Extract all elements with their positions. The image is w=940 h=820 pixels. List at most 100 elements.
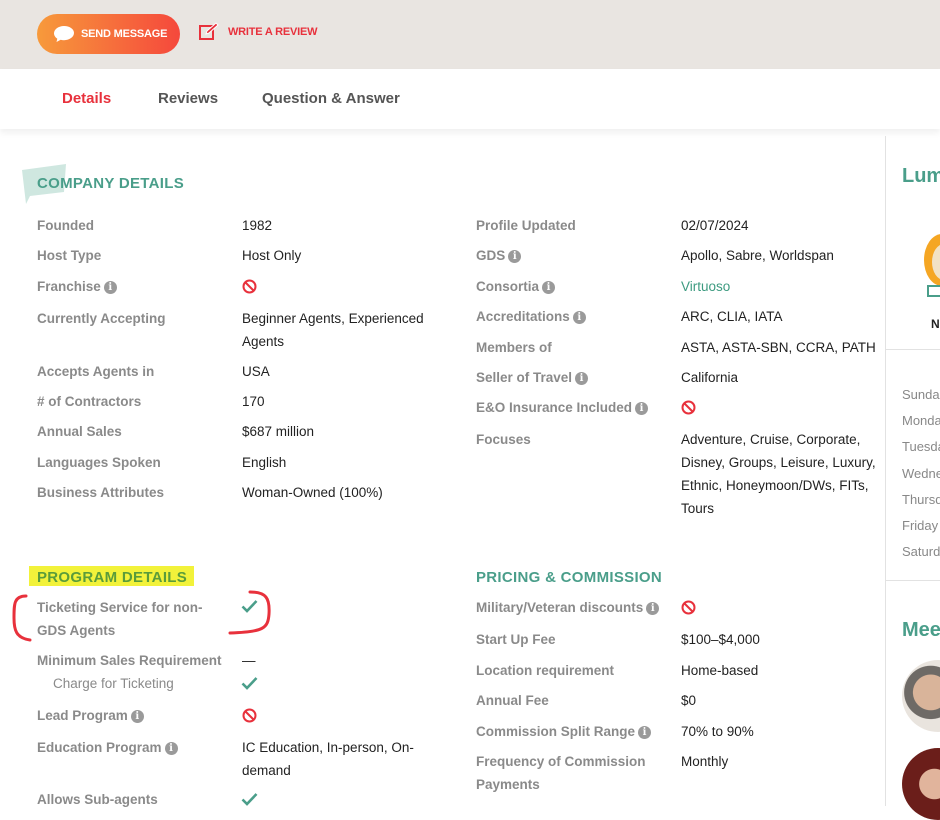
languages-value: English (242, 455, 287, 470)
seller-of-travel-value: California (681, 370, 739, 385)
checkmark-icon (241, 677, 258, 690)
info-icon[interactable]: i (103, 280, 117, 294)
gds-label: GDS (476, 248, 506, 263)
consortia-label: Consortia (476, 279, 540, 294)
commission-split-label: Commission Split Range (476, 724, 636, 739)
sidebar-badge-text: N (931, 317, 940, 331)
write-review-label: WRITE A REVIEW (228, 26, 318, 38)
sidebar-divider (885, 136, 886, 806)
min-sales-label: Minimum Sales Requirement (37, 653, 222, 668)
annotation-brackets (12, 590, 271, 642)
hours-day: Friday (902, 518, 939, 533)
prohibited-icon (681, 600, 696, 615)
commission-split-row: Commission Split Range i (476, 720, 652, 743)
action-bar: SEND MESSAGE WRITE A REVIEW (0, 0, 940, 69)
tab-details[interactable]: Details (62, 90, 111, 107)
education-program-label: Education Program (37, 740, 162, 755)
badge-icon (924, 234, 940, 297)
min-sales-value: — (242, 653, 256, 668)
write-review-link[interactable]: WRITE A REVIEW (198, 22, 317, 42)
pricing-title: PRICING & COMMISSION (476, 569, 663, 586)
send-message-button[interactable]: SEND MESSAGE (37, 14, 180, 54)
contractors-label: # of Contractors (37, 394, 142, 409)
info-icon[interactable]: i (635, 401, 649, 415)
gds-value: Apollo, Sabre, Worldspan (681, 248, 834, 263)
lead-program-label: Lead Program (37, 708, 128, 723)
education-program-value: IC Education, In-person, On-demand (242, 740, 414, 778)
annual-sales-value: $687 million (242, 424, 315, 439)
tab-reviews[interactable]: Reviews (158, 90, 218, 107)
eo-insurance-row: E&O Insurance Included i (476, 396, 649, 419)
prohibited-icon (242, 708, 257, 723)
host-type-value: Host Only (242, 248, 302, 263)
accreditations-value: ARC, CLIA, IATA (681, 309, 783, 324)
annual-fee-label: Annual Fee (476, 693, 549, 708)
hours-day: Monda (902, 413, 940, 428)
focuses-value: Adventure, Cruise, Corporate, Disney, Gr… (681, 432, 876, 516)
members-of-value: ASTA, ASTA-SBN, CCRA, PATH (681, 340, 876, 355)
send-message-label: SEND MESSAGE (81, 28, 168, 40)
gds-row: GDS i (476, 244, 522, 267)
founded-value: 1982 (242, 218, 273, 233)
commission-frequency-value: Monthly (681, 754, 729, 769)
prohibited-icon (242, 279, 257, 294)
chat-bubble-icon (54, 26, 74, 42)
info-icon[interactable]: i (572, 310, 586, 324)
startup-fee-value: $100–$4,000 (681, 632, 760, 647)
seller-of-travel-row: Seller of Travel i (476, 366, 589, 389)
annual-sales-label: Annual Sales (37, 424, 122, 439)
business-attributes-value: Woman-Owned (100%) (242, 485, 383, 500)
military-discount-row: Military/Veteran discounts i (476, 596, 660, 619)
consortia-link[interactable]: Virtuoso (681, 275, 730, 298)
tab-bar: Details Reviews Question & Answer (0, 69, 940, 129)
lead-program-row: Lead Program i (37, 704, 144, 727)
franchise-label: Franchise (37, 279, 101, 294)
languages-label: Languages Spoken (37, 455, 161, 470)
sidebar-separator (886, 349, 940, 350)
info-icon[interactable]: i (542, 280, 556, 294)
education-program-row: Education Program i (37, 736, 178, 759)
location-value: Home-based (681, 663, 759, 678)
sidebar-separator (886, 580, 940, 581)
tab-question-answer[interactable]: Question & Answer (262, 90, 400, 107)
currently-accepting-label: Currently Accepting (37, 311, 166, 326)
avatar[interactable] (902, 748, 940, 820)
franchise-row: Franchise i (37, 275, 117, 298)
hours-day: Tuesda (902, 439, 940, 454)
commission-frequency-label: Frequency of Commission Payments (476, 754, 646, 792)
company-details-title: COMPANY DETAILS (37, 175, 185, 192)
members-of-label: Members of (476, 340, 552, 355)
host-type-label: Host Type (37, 248, 102, 263)
avatar[interactable] (902, 660, 940, 732)
info-icon[interactable]: i (575, 371, 589, 385)
info-icon[interactable]: i (638, 725, 652, 739)
program-details-title: PROGRAM DETAILS (37, 569, 188, 586)
founded-label: Founded (37, 218, 94, 233)
focuses-label: Focuses (476, 432, 531, 447)
edit-icon (199, 22, 219, 40)
hours-day: Thursd (902, 492, 940, 507)
checkmark-icon (241, 793, 258, 806)
contractors-value: 170 (242, 394, 265, 409)
prohibited-icon (681, 400, 696, 415)
info-icon[interactable]: i (646, 601, 660, 615)
info-icon[interactable]: i (164, 741, 178, 755)
sidebar-company-title: Lum (902, 165, 940, 187)
accreditations-row: Accreditations i (476, 305, 586, 328)
business-attributes-label: Business Attributes (37, 485, 165, 500)
info-icon[interactable]: i (508, 249, 522, 263)
info-icon[interactable]: i (130, 709, 144, 723)
location-label: Location requirement (476, 663, 615, 678)
accreditations-label: Accreditations (476, 309, 570, 324)
currently-accepting-value: Beginner Agents, Experienced Agents (242, 311, 424, 349)
eo-insurance-label: E&O Insurance Included (476, 400, 633, 415)
startup-fee-label: Start Up Fee (476, 632, 556, 647)
seller-of-travel-label: Seller of Travel (476, 370, 573, 385)
sidebar-meet-title: Mee (902, 619, 940, 641)
accepts-agents-in-value: USA (242, 364, 270, 379)
hours-day: Wedne (902, 466, 940, 481)
hours-day: Sunda (902, 387, 940, 402)
charge-ticketing-label: Charge for Ticketing (53, 676, 174, 691)
commission-split-value: 70% to 90% (681, 724, 754, 739)
profile-updated-value: 02/07/2024 (681, 218, 749, 233)
